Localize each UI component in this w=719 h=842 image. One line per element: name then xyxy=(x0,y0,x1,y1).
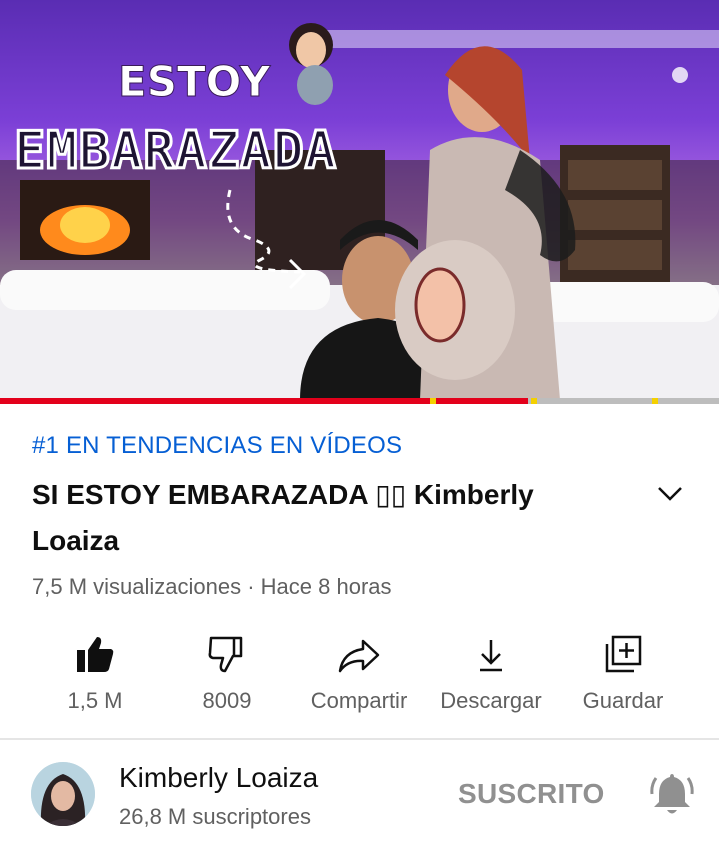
notifications-button[interactable] xyxy=(650,770,694,818)
video-player[interactable]: ESTOY EMBARAZADA xyxy=(0,0,719,400)
action-bar: 1,5 M 8009 Compartir Descargar Guardar xyxy=(0,628,719,728)
upload-age: Hace 8 horas xyxy=(260,574,392,599)
video-title-line-2: Loaiza xyxy=(32,525,120,556)
ad-marker xyxy=(652,398,658,404)
thumbnail-headline-bottom: EMBARAZADA xyxy=(14,121,337,181)
channel-name[interactable]: Kimberly Loaiza xyxy=(119,762,318,794)
share-arrow-icon xyxy=(338,639,380,673)
video-progress-bar[interactable] xyxy=(0,398,719,404)
share-button[interactable]: Compartir xyxy=(293,628,425,728)
share-label: Compartir xyxy=(310,688,408,713)
like-button[interactable]: 1,5 M xyxy=(29,628,161,728)
download-icon xyxy=(480,640,502,672)
video-metadata: 7,5 M visualizaciones · Hace 8 horas xyxy=(32,574,392,600)
dislike-button[interactable]: 8009 xyxy=(161,628,293,728)
video-thumbnail: ESTOY EMBARAZADA xyxy=(0,23,719,400)
thumbnail-headline-top: ESTOY xyxy=(118,57,271,106)
expand-description-button[interactable] xyxy=(650,478,690,510)
ad-marker xyxy=(430,398,436,404)
trending-label[interactable]: #1 EN TENDENCIAS EN VÍDEOS xyxy=(32,432,402,460)
download-button[interactable]: Descargar xyxy=(425,628,557,728)
video-title[interactable]: SI ESTOY EMBARAZADA ▯▯ Kimberly Loaiza xyxy=(32,472,632,564)
progress-played xyxy=(0,398,529,404)
meta-separator: · xyxy=(241,574,261,599)
notification-bell-icon xyxy=(650,774,694,814)
view-count: 7,5 M visualizaciones xyxy=(32,574,242,599)
save-label: Guardar xyxy=(582,688,664,713)
video-title-line-1: SI ESTOY EMBARAZADA ▯▯ Kimberly xyxy=(32,479,534,510)
add-to-playlist-icon xyxy=(605,635,642,673)
save-button[interactable]: Guardar xyxy=(557,628,689,728)
dislike-count: 8009 xyxy=(202,688,252,713)
like-count: 1,5 M xyxy=(67,688,123,713)
subscribed-button[interactable]: SUSCRITO xyxy=(458,778,605,810)
subscriber-count: 26,8 M suscriptores xyxy=(119,804,311,829)
avatar-image xyxy=(31,762,95,826)
thumbs-up-filled-icon xyxy=(77,637,114,672)
thumbs-down-icon xyxy=(208,636,243,673)
section-divider xyxy=(0,738,719,740)
ad-marker xyxy=(531,398,537,404)
download-label: Descargar xyxy=(440,688,542,713)
channel-avatar[interactable] xyxy=(31,762,95,826)
chevron-down-icon xyxy=(658,487,682,501)
